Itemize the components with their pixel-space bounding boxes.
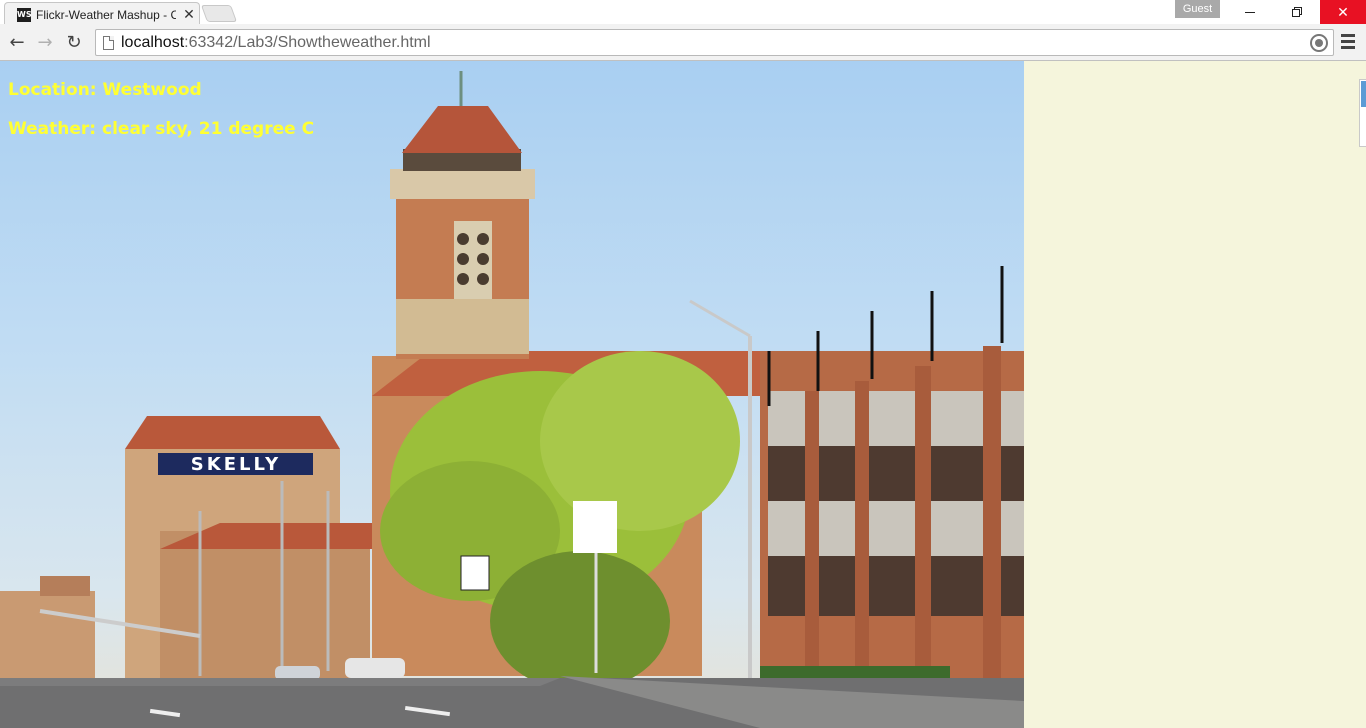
url-path: :63342/Lab3/Showtheweather.html — [184, 34, 431, 51]
close-icon: ✕ — [1337, 4, 1349, 20]
browser-toolbar: ← → ↻ localhost:63342/Lab3/Showtheweathe… — [0, 24, 1366, 61]
close-window-button[interactable]: ✕ — [1320, 0, 1366, 24]
back-arrow-icon[interactable]: ← — [5, 31, 29, 55]
address-bar[interactable]: localhost:63342/Lab3/Showtheweather.html — [95, 29, 1334, 56]
url-host: localhost — [121, 34, 185, 51]
hamburger-menu-icon[interactable] — [1341, 34, 1355, 50]
page-icon — [103, 36, 114, 50]
skelly-sign: SKELLY — [191, 454, 281, 475]
minimize-button[interactable] — [1227, 0, 1273, 24]
restore-button[interactable] — [1273, 0, 1319, 24]
url-text[interactable]: localhost:63342/Lab3/Showtheweather.html — [121, 34, 431, 52]
page-viewport: SKELLY Location: Westwood Weather: clear… — [0, 61, 1366, 728]
scrollbar-thumb[interactable] — [1361, 81, 1366, 107]
tab-title: Flickr-Weather Mashup - C — [36, 8, 176, 22]
forward-arrow-icon[interactable]: → — [33, 31, 57, 55]
photo-illustration: SKELLY — [0, 71, 1024, 728]
tab-strip: WS Flickr-Weather Mashup - C ✕ Guest ✕ — [0, 0, 1366, 25]
reload-icon[interactable]: ↻ — [62, 31, 86, 55]
webstorm-favicon-icon: WS — [17, 8, 32, 22]
guest-badge[interactable]: Guest — [1175, 0, 1220, 18]
new-tab-button[interactable] — [200, 5, 238, 22]
weather-info: Location: Westwood Weather: clear sky, 2… — [8, 79, 314, 157]
close-tab-icon[interactable]: ✕ — [182, 6, 196, 22]
browser-tab[interactable]: WS Flickr-Weather Mashup - C ✕ — [4, 2, 200, 25]
flickr-photo: SKELLY Location: Westwood Weather: clear… — [0, 61, 1024, 728]
location-icon[interactable] — [1310, 34, 1328, 52]
location-text: Location: Westwood — [8, 80, 202, 100]
minimize-icon — [1245, 12, 1255, 13]
weather-text: Weather: clear sky, 21 degree C — [8, 119, 315, 139]
restore-icon-front — [1292, 9, 1300, 17]
